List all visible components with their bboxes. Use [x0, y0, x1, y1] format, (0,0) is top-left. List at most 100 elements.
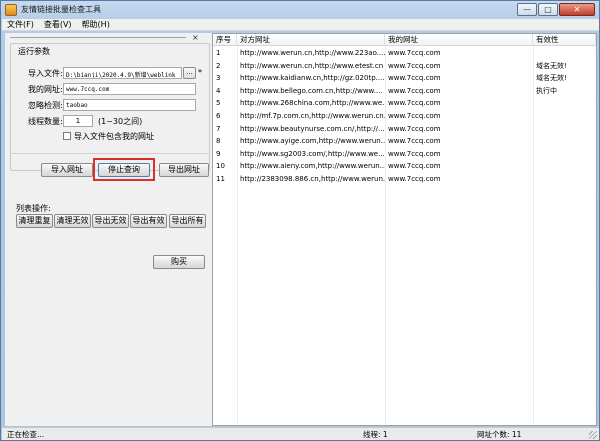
panel-header: ×: [6, 33, 209, 43]
menu-view[interactable]: 查看(V): [39, 19, 77, 30]
cell-target-url: http://www.werun.cn,http://www.etest.cn: [240, 61, 384, 70]
table-row[interactable]: 2 http://www.werun.cn,http://www.etest.cn…: [213, 60, 596, 72]
import-urls-button[interactable]: 导入网址: [41, 163, 93, 177]
clean-invalid-button[interactable]: 清理无效: [54, 214, 91, 228]
table-row[interactable]: 6 http://mf.7p.com.cn,http://www.werun.cn…: [213, 110, 596, 122]
table-row[interactable]: 5 http://www.268china.com,http://www.we..…: [213, 97, 596, 109]
cell-my-url: www.7ccq.com: [388, 61, 441, 70]
cell-my-url: www.7ccq.com: [388, 49, 441, 57]
include-my-url-label: 导入文件包含我的网址: [74, 132, 154, 141]
ignore-label: 忽略检测:: [28, 101, 63, 110]
cell-my-url: www.7ccq.com: [388, 162, 441, 171]
params-group-title: 运行参数: [16, 46, 52, 57]
cell-target-url: http://www.beautynurse.com.cn/,http://..…: [240, 124, 385, 133]
cell-index: 4: [216, 86, 221, 95]
col-index[interactable]: 序号: [213, 34, 237, 46]
cell-validity: 执行中: [536, 86, 557, 95]
panel-grip: [10, 37, 186, 38]
menu-help[interactable]: 帮助(H): [77, 19, 115, 30]
table-row[interactable]: 1 http://www.werun.cn,http://www.223ao...…: [213, 47, 596, 59]
threads-hint: (1~30之间): [98, 117, 143, 126]
title-bar[interactable]: 友情链接批量检查工具 — □ ✕: [1, 1, 599, 19]
table-row[interactable]: 3 http://www.kaidianw.cn,http://gz.020tp.…: [213, 72, 596, 84]
cell-index: 5: [216, 99, 221, 108]
menu-bar: 文件(F) 查看(V) 帮助(H): [2, 19, 599, 31]
col-my-url[interactable]: 我的网址: [385, 34, 533, 46]
cell-my-url: www.7ccq.com: [388, 175, 441, 183]
cell-index: 7: [216, 124, 221, 133]
import-file-field[interactable]: D:\bianji\2020.4.9\新增\weblink: [63, 67, 182, 79]
status-url-count: 网址个数: 11: [477, 430, 522, 439]
export-urls-button[interactable]: 导出网址: [159, 163, 209, 177]
stop-query-button[interactable]: 停止查询: [98, 163, 150, 177]
cell-my-url: www.7ccq.com: [388, 112, 441, 120]
cell-index: 10: [216, 162, 225, 171]
export-all-button[interactable]: 导出所有: [169, 214, 206, 228]
export-invalid-button[interactable]: 导出无效: [92, 214, 129, 228]
results-list[interactable]: 序号 对方网址 我的网址 有效性 1 http://www.werun.cn,ht…: [212, 33, 597, 426]
divider: [10, 153, 210, 154]
resize-grip-icon[interactable]: [589, 431, 597, 439]
import-file-label: 导入文件:: [28, 69, 63, 78]
table-row[interactable]: 7 http://www.beautynurse.com.cn/,http://.…: [213, 123, 596, 135]
cell-target-url: http://www.aieny.com,http://www.werun...…: [240, 162, 385, 171]
cell-validity: 域名无效!: [536, 61, 567, 70]
cell-target-url: http://www.ayige.com,http://www.werun...…: [240, 137, 385, 146]
status-threads: 线程: 1: [363, 430, 388, 439]
close-icon[interactable]: ✕: [559, 3, 595, 16]
my-url-label: 我的网址:: [28, 85, 63, 94]
status-text: 正在检查...: [7, 430, 45, 439]
cell-index: 2: [216, 61, 221, 70]
panel-close-icon[interactable]: ×: [192, 33, 199, 42]
cell-my-url: www.7ccq.com: [388, 149, 441, 158]
cell-target-url: http://mf.7p.com.cn,http://www.werun.cn.…: [240, 112, 385, 120]
cell-validity: [533, 148, 596, 160]
cell-my-url: www.7ccq.com: [388, 137, 441, 146]
window-title: 友情链接批量检查工具: [21, 5, 101, 14]
cell-index: 3: [216, 74, 221, 83]
ignore-field[interactable]: taobao: [63, 99, 196, 111]
cell-validity: [533, 135, 596, 147]
cell-target-url: http://www.268china.com,http://www.we...: [240, 99, 385, 108]
table-row[interactable]: 8 http://www.ayige.com,http://www.werun..…: [213, 135, 596, 147]
cell-my-url: www.7ccq.com: [388, 74, 441, 83]
cell-validity: [533, 160, 596, 172]
export-valid-button[interactable]: 导出有效: [130, 214, 167, 228]
table-row[interactable]: 4 http://www.bellego.com.cn,http://www...…: [213, 85, 596, 97]
include-my-url-checkbox[interactable]: [63, 132, 71, 140]
cell-validity: 域名无效!: [536, 74, 567, 83]
buy-button[interactable]: 购买: [153, 255, 205, 269]
list-ops-label: 列表操作:: [16, 204, 51, 213]
cell-my-url: www.7ccq.com: [388, 124, 441, 133]
cell-validity: [533, 173, 596, 185]
status-bar: 正在检查... 线程: 1 网址个数: 11: [2, 427, 599, 440]
cell-index: 9: [216, 149, 221, 158]
list-header: 序号 对方网址 我的网址 有效性: [213, 34, 596, 46]
minimize-icon[interactable]: —: [517, 3, 537, 16]
threads-label: 线程数量:: [28, 117, 63, 126]
threads-stepper[interactable]: 1: [63, 115, 93, 127]
table-row[interactable]: 10 http://www.aieny.com,http://www.werun.…: [213, 160, 596, 172]
dedupe-button[interactable]: 清理重复: [16, 214, 53, 228]
cell-index: 11: [216, 175, 225, 183]
browse-button[interactable]: ...: [183, 67, 196, 79]
cell-target-url: http://www.sg2003.com/,http://www.we...: [240, 149, 385, 158]
cell-target-url: http://www.bellego.com.cn,http://www....: [240, 86, 383, 95]
col-target-url[interactable]: 对方网址: [237, 34, 385, 46]
table-row[interactable]: 11 http://2383098.886.cn,http://www.werun…: [213, 173, 596, 185]
cell-index: 6: [216, 112, 221, 120]
cell-my-url: www.7ccq.com: [388, 86, 441, 95]
menu-file[interactable]: 文件(F): [2, 19, 39, 30]
cell-target-url: http://www.kaidianw.cn,http://gz.020tp..…: [240, 74, 385, 83]
app-icon: [5, 4, 17, 16]
cell-target-url: http://2383098.886.cn,http://www.werun..…: [240, 175, 385, 183]
client-area: × 运行参数 导入文件: D:\bianji\2020.4.9\新增\webli…: [5, 33, 597, 426]
maximize-icon[interactable]: □: [538, 3, 558, 16]
left-panel: × 运行参数 导入文件: D:\bianji\2020.4.9\新增\webli…: [6, 33, 211, 426]
cell-validity: [533, 110, 596, 122]
cell-index: 8: [216, 137, 221, 146]
my-url-field[interactable]: www.7ccq.com: [63, 83, 196, 95]
col-validity[interactable]: 有效性: [533, 34, 596, 46]
required-mark: *: [198, 68, 202, 77]
table-row[interactable]: 9 http://www.sg2003.com/,http://www.we...…: [213, 148, 596, 160]
